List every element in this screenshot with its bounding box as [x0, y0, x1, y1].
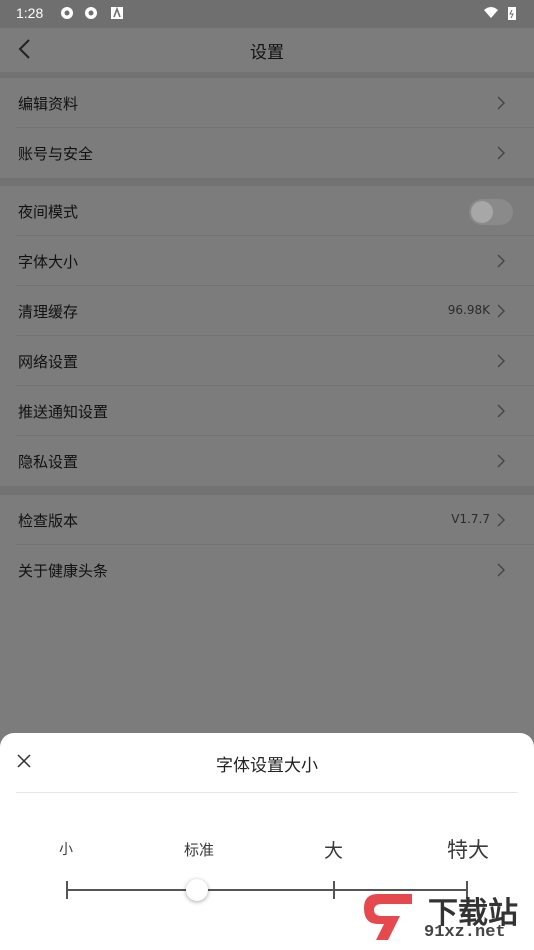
- settings-row-night-mode: 夜间模式: [0, 186, 534, 236]
- settings-row-network[interactable]: 网络设置: [0, 336, 534, 386]
- chevron-right-icon: [497, 454, 505, 468]
- slider-tick: [333, 881, 335, 899]
- chevron-right-icon: [497, 96, 505, 110]
- font-option-small[interactable]: 小: [59, 839, 73, 859]
- section-divider: [0, 178, 534, 186]
- settings-row-about[interactable]: 关于健康头条: [0, 545, 534, 595]
- font-option-standard[interactable]: 标准: [184, 839, 214, 860]
- row-label: 清理缓存: [18, 303, 79, 321]
- night-mode-toggle[interactable]: [469, 199, 513, 225]
- settings-row-account-security[interactable]: 账号与安全: [0, 128, 534, 178]
- chevron-right-icon: [497, 304, 505, 318]
- row-label: 网络设置: [18, 353, 79, 371]
- version-value: V1.7.7: [451, 512, 490, 526]
- settings-row-font-size[interactable]: 字体大小: [0, 236, 534, 286]
- app-notification-icon: [61, 7, 73, 19]
- app-notification-icon: [85, 7, 97, 19]
- settings-row-privacy[interactable]: 隐私设置: [0, 436, 534, 486]
- chevron-right-icon: [497, 254, 505, 268]
- font-size-sheet: 字体设置大小 小 标准 大 特大 下载站 91xz.net: [0, 733, 534, 950]
- battery-icon: [508, 7, 516, 20]
- row-label: 字体大小: [18, 253, 79, 271]
- font-size-slider-thumb[interactable]: [186, 879, 208, 901]
- slider-tick: [66, 881, 68, 899]
- watermark-site: 91xz.net: [424, 923, 506, 942]
- toggle-knob: [471, 201, 493, 223]
- row-label: 隐私设置: [18, 453, 79, 471]
- chevron-right-icon: [497, 404, 505, 418]
- font-option-extra-large[interactable]: 特大: [447, 834, 489, 864]
- row-label: 账号与安全: [18, 145, 94, 163]
- status-time: 1:28: [16, 5, 44, 21]
- text-notification-icon: [111, 6, 123, 19]
- settings-row-push-notifications[interactable]: 推送通知设置: [0, 386, 534, 436]
- chevron-right-icon: [497, 513, 505, 527]
- watermark-logo-icon: [364, 894, 412, 940]
- wifi-icon: [484, 7, 498, 18]
- watermark: 下载站 91xz.net: [360, 888, 528, 944]
- row-label: 推送通知设置: [18, 403, 109, 421]
- chevron-right-icon: [497, 563, 505, 577]
- chevron-right-icon: [497, 354, 505, 368]
- app-header: 设置: [0, 28, 534, 72]
- chevron-right-icon: [497, 146, 505, 160]
- row-label: 编辑资料: [18, 95, 79, 113]
- cache-size-value: 96.98K: [447, 303, 490, 317]
- sheet-title: 字体设置大小: [216, 756, 318, 776]
- row-label: 关于健康头条: [18, 562, 109, 580]
- row-label: 夜间模式: [18, 203, 79, 221]
- settings-row-clear-cache[interactable]: 清理缓存 96.98K: [0, 286, 534, 336]
- font-option-large[interactable]: 大: [324, 836, 343, 863]
- page-title: 设置: [250, 43, 284, 63]
- status-bar: 1:28: [0, 0, 534, 28]
- sheet-divider: [16, 792, 518, 793]
- row-label: 检查版本: [18, 512, 79, 530]
- settings-row-edit-profile[interactable]: 编辑资料: [0, 78, 534, 128]
- section-divider: [0, 486, 534, 495]
- settings-row-check-version[interactable]: 检查版本 V1.7.7: [0, 495, 534, 545]
